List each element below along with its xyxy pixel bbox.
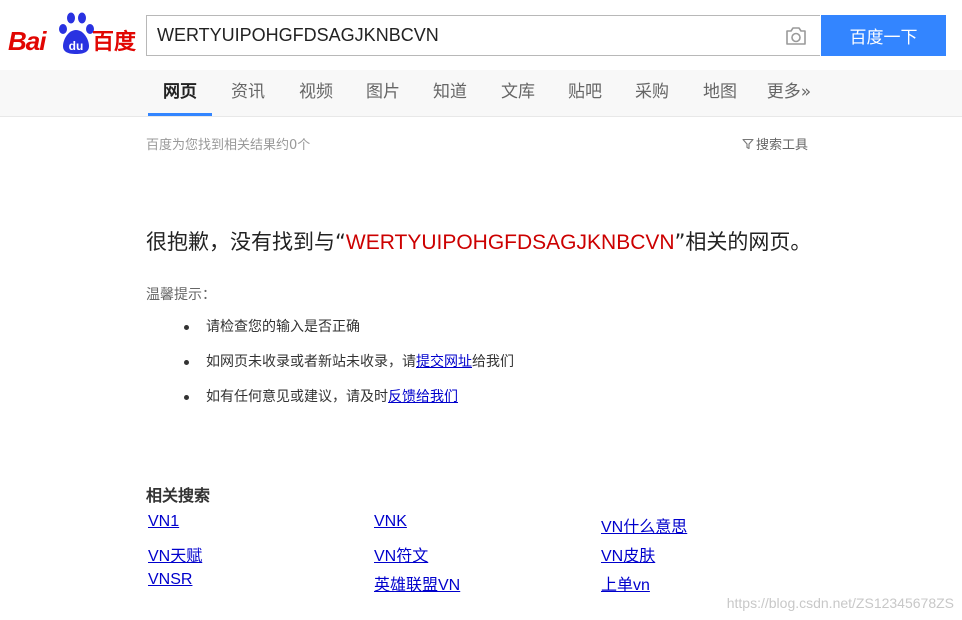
filter-icon — [742, 138, 754, 150]
search-button[interactable]: 百度一下 — [821, 15, 946, 56]
no-result-message: 很抱歉，没有找到与“WERTYUIPOHGFDSAGJKNBCVN”相关的网页。 — [146, 226, 811, 256]
search-box — [146, 15, 820, 56]
related-search-link[interactable]: 英雄联盟VN — [374, 571, 460, 595]
bullet-icon — [184, 395, 189, 400]
tips-title: 温馨提示： — [146, 287, 216, 303]
related-search-link[interactable]: VN符文 — [374, 542, 428, 566]
tab-zhidao[interactable]: 知道 — [424, 70, 476, 116]
tip-text: 如网页未收录或者新站未收录，请 — [206, 354, 416, 370]
bullet-icon — [184, 360, 189, 365]
tip-item: 如有任何意见或建议，请及时反馈给我们 — [146, 380, 514, 415]
related-search-link[interactable]: VNK — [374, 513, 407, 531]
tab-web[interactable]: 网页 — [148, 70, 212, 116]
related-search-link[interactable]: VN皮肤 — [601, 542, 655, 566]
related-search-link[interactable]: VN1 — [148, 513, 179, 531]
tab-tieba[interactable]: 贴吧 — [559, 70, 611, 116]
submit-url-link[interactable]: 提交网址 — [416, 354, 472, 370]
watermark: https://blog.csdn.net/ZS12345678ZS — [726, 595, 954, 611]
feedback-link[interactable]: 反馈给我们 — [388, 389, 458, 405]
tab-caigou[interactable]: 采购 — [626, 70, 678, 116]
camera-icon[interactable] — [784, 25, 808, 47]
tab-video[interactable]: 视频 — [290, 70, 342, 116]
no-result-query: WERTYUIPOHGFDSAGJKNBCVN — [345, 231, 675, 254]
result-count: 百度为您找到相关结果约0个 — [146, 138, 311, 153]
search-tools-label: 搜索工具 — [756, 138, 809, 153]
tab-wenku[interactable]: 文库 — [492, 70, 544, 116]
tip-text: 如有任何意见或建议，请及时 — [206, 389, 388, 405]
search-tools-button[interactable]: 搜索工具 — [742, 134, 808, 153]
related-search-link[interactable]: 上单vn — [601, 571, 650, 595]
related-search-link[interactable]: VN天赋 — [148, 542, 202, 566]
tip-text: 请检查您的输入是否正确 — [206, 319, 360, 335]
paw-logo-text: du — [69, 39, 84, 53]
tip-text: 给我们 — [472, 354, 514, 370]
bullet-icon — [184, 325, 189, 330]
logo-latin-text: Bai — [8, 26, 46, 56]
no-result-prefix: 很抱歉，没有找到与“ — [146, 230, 346, 254]
header: Bai du 百度 百度一下 — [0, 0, 962, 70]
tab-images[interactable]: 图片 — [357, 70, 409, 116]
tip-item: 请检查您的输入是否正确 — [146, 310, 514, 345]
tab-map[interactable]: 地图 — [694, 70, 746, 116]
baidu-logo[interactable]: Bai du 百度 — [8, 10, 138, 56]
logo-chinese-text: 百度 — [92, 30, 137, 55]
tab-news[interactable]: 资讯 — [222, 70, 274, 116]
search-tabs: 网页 资讯 视频 图片 知道 文库 贴吧 采购 地图 更多» — [0, 70, 962, 117]
tab-more[interactable]: 更多» — [760, 70, 818, 116]
no-result-suffix: ”相关的网页。 — [674, 230, 812, 254]
search-input[interactable] — [147, 16, 767, 55]
related-search-link[interactable]: VNSR — [148, 571, 192, 589]
search-results-page: Bai du 百度 百度一下 网页 资讯 视频 图片 知道 文库 — [0, 0, 962, 620]
related-search-link[interactable]: VN什么意思 — [601, 513, 687, 537]
related-searches-title: 相关搜索 — [146, 486, 211, 505]
tip-item: 如网页未收录或者新站未收录，请提交网址给我们 — [146, 345, 514, 380]
tips-list: 请检查您的输入是否正确 如网页未收录或者新站未收录，请提交网址给我们 如有任何意… — [146, 310, 514, 415]
